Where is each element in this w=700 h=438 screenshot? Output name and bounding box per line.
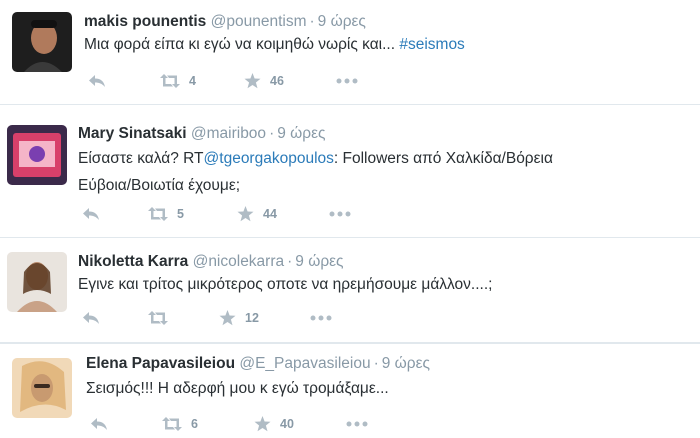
tweet-text: Είσαστε καλά? RT@tgeorgakopoulos: Follow… [78, 145, 608, 199]
favorite-count: 12 [245, 311, 259, 325]
favorite-button[interactable]: 46 [244, 71, 284, 91]
reply-button[interactable] [88, 71, 106, 91]
reply-icon [83, 312, 99, 324]
hashtag-link[interactable]: #seismos [399, 36, 464, 53]
reply-button[interactable] [82, 308, 100, 328]
retweet-icon [160, 74, 180, 88]
more-icon [310, 315, 332, 321]
more-button[interactable] [329, 204, 351, 224]
avatar[interactable] [7, 125, 67, 185]
favorite-count: 44 [263, 207, 277, 221]
favorite-button[interactable]: 44 [237, 204, 277, 224]
retweet-count: 5 [177, 207, 184, 221]
retweet-icon [148, 311, 168, 325]
favorite-button[interactable]: 40 [254, 414, 294, 434]
user-handle[interactable]: @pounentism [211, 13, 307, 30]
favorite-button[interactable]: 12 [219, 308, 259, 328]
retweet-button[interactable]: 4 [160, 71, 196, 91]
star-icon [244, 73, 261, 89]
user-handle[interactable]: @nicolekarra [193, 253, 285, 270]
separator: · [269, 125, 275, 142]
reply-icon [89, 75, 105, 87]
tweet-text: Μια φορά είπα κι εγώ να κοιμηθώ νωρίς κα… [84, 31, 674, 58]
timestamp[interactable]: 9 ώρες [295, 253, 343, 270]
retweet-icon [162, 417, 182, 431]
separator: · [287, 253, 293, 270]
more-button[interactable] [310, 308, 332, 328]
reply-button[interactable] [82, 204, 100, 224]
more-button[interactable] [346, 414, 368, 434]
user-name[interactable]: Mary Sinatsaki [78, 125, 187, 142]
avatar[interactable] [12, 358, 72, 418]
tweet-text-body: Μια φορά είπα κι εγώ να κοιμηθώ νωρίς κα… [84, 36, 400, 53]
tweet-item[interactable]: Nikoletta Karra @nicolekarra · 9 ώρες Εγιν… [0, 238, 700, 341]
separator: · [309, 13, 315, 30]
tweet-text-body: Εγινε και τρίτος μικρότερος οποτε να ηρε… [78, 276, 493, 293]
retweet-button[interactable]: 6 [162, 414, 198, 434]
retweet-count: 6 [191, 417, 198, 431]
timestamp[interactable]: 9 ώρες [277, 125, 325, 142]
avatar[interactable] [7, 252, 67, 312]
tweet-text-body: Σεισμός!!! Η αδερφή μου κ εγώ τρομάξαμε.… [86, 380, 389, 397]
retweet-button[interactable]: 5 [148, 204, 184, 224]
more-icon [329, 211, 351, 217]
star-icon [219, 310, 236, 326]
timestamp[interactable]: 9 ώρες [318, 13, 366, 30]
user-name[interactable]: makis pounentis [84, 13, 206, 30]
star-icon [254, 416, 271, 432]
tweet-item[interactable]: Mary Sinatsaki @mairiboo · 9 ώρες Είσαστε … [0, 105, 700, 236]
timestamp[interactable]: 9 ώρες [382, 355, 430, 372]
tweet-item[interactable]: Elena Papavasileiou @E_Papavasileiou · 9 ώ… [0, 344, 700, 438]
reply-button[interactable] [90, 414, 108, 434]
avatar[interactable] [12, 12, 72, 72]
tweet-text: Σεισμός!!! Η αδερφή μου κ εγώ τρομάξαμε.… [86, 375, 676, 402]
reply-icon [91, 418, 107, 430]
more-button[interactable] [336, 71, 358, 91]
tweet-text: Εγινε και τρίτος μικρότερος οποτε να ηρε… [78, 271, 678, 298]
separator: · [373, 355, 379, 372]
user-handle[interactable]: @mairiboo [191, 125, 266, 142]
reply-icon [83, 208, 99, 220]
user-handle[interactable]: @E_Papavasileiou [239, 355, 370, 372]
tweet-text-body: Είσαστε καλά? RT [78, 150, 204, 167]
user-name[interactable]: Elena Papavasileiou [86, 355, 235, 372]
user-name[interactable]: Nikoletta Karra [78, 253, 188, 270]
retweet-icon [148, 207, 168, 221]
star-icon [237, 206, 254, 222]
favorite-count: 40 [280, 417, 294, 431]
more-icon [346, 421, 368, 427]
favorite-count: 46 [270, 74, 284, 88]
retweet-button[interactable] [148, 308, 177, 328]
retweet-count: 4 [189, 74, 196, 88]
mention-link[interactable]: @tgeorgakopoulos [204, 150, 334, 167]
tweet-item[interactable]: makis pounentis @pounentism · 9 ώρες Μια φ… [0, 0, 700, 103]
more-icon [336, 78, 358, 84]
